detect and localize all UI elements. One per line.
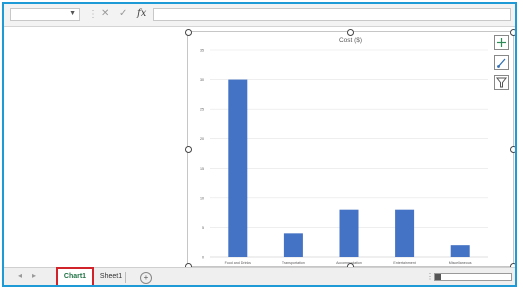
resize-handle-top-left[interactable] (185, 29, 192, 36)
resize-handle-top-right[interactable] (510, 29, 515, 36)
resize-handle-left[interactable] (185, 146, 192, 153)
scroll-split-handle[interactable]: ⋮ (426, 272, 434, 281)
bar[interactable] (395, 209, 415, 257)
chart-styles-button[interactable] (494, 55, 509, 70)
chart-elements-button[interactable] (494, 35, 509, 50)
formula-bar: ▼ ⋮ ✕ ✓ fx (4, 4, 515, 27)
cancel-icon[interactable]: ✕ (101, 8, 109, 20)
x-tick-label: Food and Drinks (225, 261, 252, 265)
y-tick-label: 20 (200, 137, 204, 141)
scroll-left-arrow-icon[interactable] (435, 274, 441, 280)
y-tick-label: 30 (200, 78, 204, 82)
chart-area[interactable]: Cost ($) 0 5 10 15 20 25 30 35 Food and Drinks Tr… (187, 31, 514, 267)
insert-function-icon[interactable]: fx (137, 8, 146, 20)
scroll-left-icon[interactable]: ◂ (18, 271, 22, 280)
x-tick-label: Transportation (282, 261, 305, 265)
bar[interactable] (283, 233, 303, 257)
filter-icon (495, 77, 508, 88)
name-box[interactable]: ▼ (10, 8, 80, 21)
resize-handle-right[interactable] (510, 146, 515, 153)
chart-filters-button[interactable] (494, 75, 509, 90)
y-tick-label: 10 (200, 196, 204, 200)
bar[interactable] (339, 209, 359, 257)
x-tick-label: Entertainment (393, 261, 415, 265)
formula-bar-separator: ⋮ (88, 9, 98, 20)
excel-window: ▼ ⋮ ✕ ✓ fx Cost ($) 0 5 10 15 20 25 30 35 Food a… (2, 2, 517, 287)
tab-chart1[interactable]: Chart1 (56, 267, 94, 285)
bar-chart-plot: 0 5 10 15 20 25 30 35 Food and Drinks Transportat… (200, 49, 488, 265)
y-tick-label: 15 (200, 167, 204, 171)
bar[interactable] (450, 245, 470, 257)
horizontal-scrollbar[interactable] (434, 273, 512, 281)
plus-icon (497, 38, 506, 47)
x-tick-label: Miscellaneous (449, 261, 472, 265)
add-sheet-icon[interactable]: + (140, 272, 152, 284)
chevron-down-icon[interactable]: ▼ (69, 10, 76, 17)
formula-input[interactable] (153, 8, 511, 21)
y-tick-label: 25 (200, 108, 204, 112)
bar[interactable] (228, 79, 248, 257)
scroll-right-icon[interactable]: ▸ (32, 271, 36, 280)
y-tick-label: 0 (202, 256, 204, 260)
tab-divider (125, 272, 126, 283)
tab-sheet1[interactable]: Sheet1 (97, 268, 125, 285)
resize-handle-top[interactable] (347, 29, 354, 36)
sheet-tab-bar: ◂ ▸ Chart1 Sheet1 + ⋮ (4, 267, 515, 285)
enter-icon[interactable]: ✓ (119, 8, 127, 20)
brush-icon (497, 58, 506, 68)
y-tick-label: 35 (200, 49, 204, 53)
y-tick-label: 5 (202, 226, 204, 230)
worksheet-blank-area (4, 27, 184, 267)
